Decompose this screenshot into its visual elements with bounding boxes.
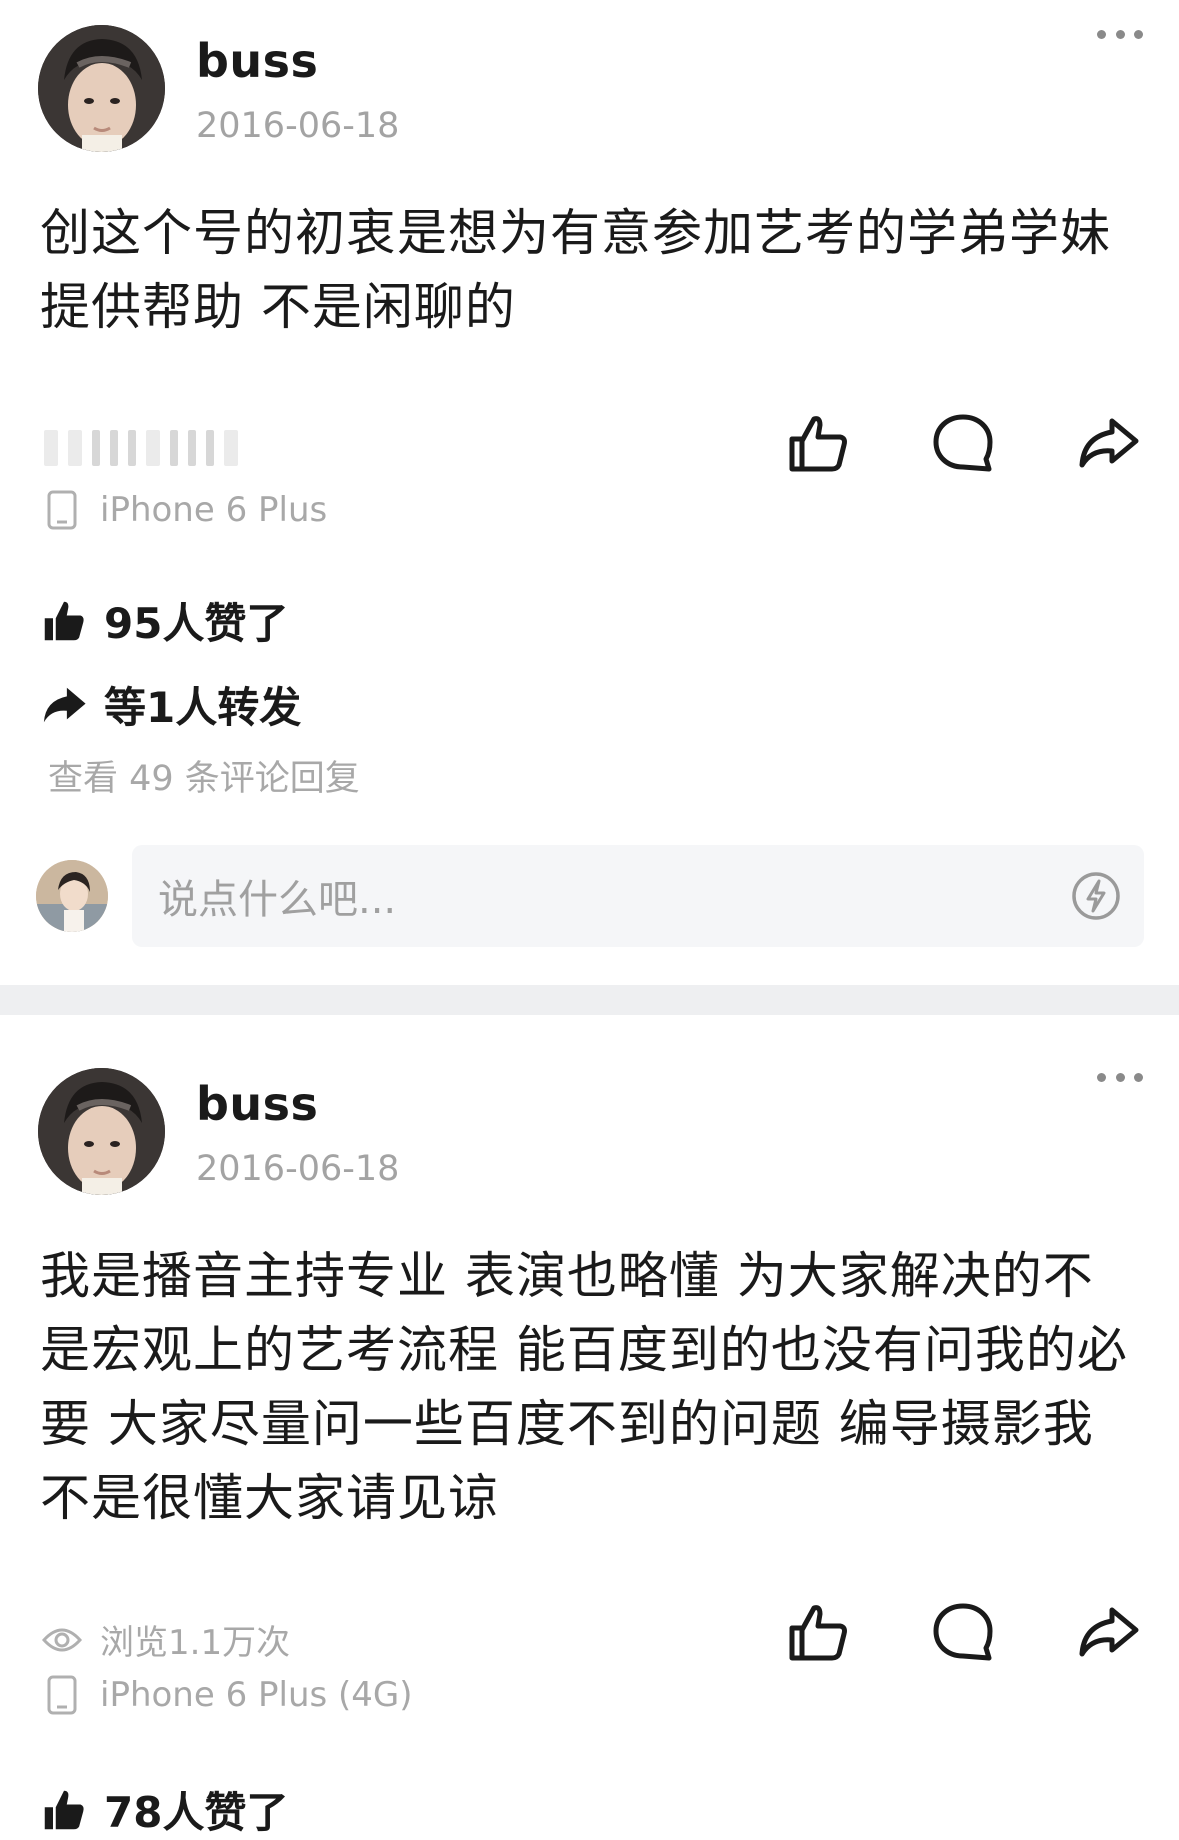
view-count-blurred xyxy=(44,428,289,468)
post-date: 2016-06-18 xyxy=(196,1149,400,1189)
action-bar xyxy=(783,1597,1143,1667)
author-avatar[interactable] xyxy=(38,1068,165,1195)
share-filled-icon xyxy=(43,687,86,722)
device-info: iPhone 6 Plus xyxy=(42,490,327,530)
action-bar xyxy=(783,408,1143,478)
likes-summary[interactable]: 95人赞了 xyxy=(40,590,288,651)
likes-summary[interactable]: 78人赞了 xyxy=(40,1779,288,1840)
share-button[interactable] xyxy=(1073,1597,1143,1667)
share-arrow-icon xyxy=(1079,1607,1139,1657)
comment-input[interactable]: 说点什么吧... xyxy=(132,845,1144,947)
thumbs-up-filled-icon xyxy=(44,601,84,640)
eye-icon xyxy=(42,1628,82,1651)
device-label: iPhone 6 Plus xyxy=(100,490,328,530)
reposts-summary[interactable]: 等1人转发 xyxy=(40,674,301,735)
post-content: 我是播音主持专业 表演也略懂 为大家解决的不是宏观上的艺考流程 能百度到的也没有… xyxy=(40,1247,1128,1527)
post-date: 2016-06-18 xyxy=(196,106,400,146)
view-count-text: 浏览1.1万次 xyxy=(100,1623,291,1663)
comment-placeholder: 说点什么吧... xyxy=(158,877,397,923)
likes-count-text: 95人赞了 xyxy=(104,599,289,648)
view-count: 浏览1.1万次 xyxy=(42,1615,290,1664)
comment-bubble-icon xyxy=(933,414,993,472)
post-content: 创这个号的初衷是想为有意参加艺考的学弟学妹提供帮助 不是闲聊的 xyxy=(40,204,1111,336)
device-label: iPhone 6 Plus (4G) xyxy=(100,1675,413,1715)
thumbs-up-filled-icon xyxy=(44,1790,84,1829)
phone-icon xyxy=(47,1675,77,1715)
comment-button[interactable] xyxy=(928,1597,998,1667)
device-info: iPhone 6 Plus (4G) xyxy=(42,1675,413,1715)
likes-count-text: 78人赞了 xyxy=(104,1788,289,1837)
like-button[interactable] xyxy=(783,408,853,478)
post-divider xyxy=(0,985,1179,1015)
share-arrow-icon xyxy=(1079,418,1139,468)
post-card-2: buss 2016-06-18 我是播音主持专业 表演也略懂 为大家解决的不是宏… xyxy=(0,1015,1179,1837)
thumbs-up-icon xyxy=(789,1605,847,1661)
phone-icon xyxy=(47,490,77,530)
more-dots-icon[interactable] xyxy=(1097,28,1143,40)
lightning-emoji-icon[interactable] xyxy=(1070,870,1122,922)
comment-button[interactable] xyxy=(928,408,998,478)
comment-bubble-icon xyxy=(933,1603,993,1661)
author-avatar[interactable] xyxy=(38,25,165,152)
share-button[interactable] xyxy=(1073,408,1143,478)
thumbs-up-icon xyxy=(789,416,847,472)
reposts-count-text: 等1人转发 xyxy=(104,683,302,732)
author-name[interactable]: buss xyxy=(196,1077,318,1131)
like-button[interactable] xyxy=(783,1597,853,1667)
author-name[interactable]: buss xyxy=(196,34,318,88)
post-card-1: buss 2016-06-18 创这个号的初衷是想为有意参加艺考的学弟学妹提供帮… xyxy=(0,0,1179,985)
more-dots-icon[interactable] xyxy=(1097,1071,1143,1083)
current-user-avatar xyxy=(36,860,108,932)
view-comments-link[interactable]: 查看 49 条评论回复 xyxy=(48,750,360,801)
